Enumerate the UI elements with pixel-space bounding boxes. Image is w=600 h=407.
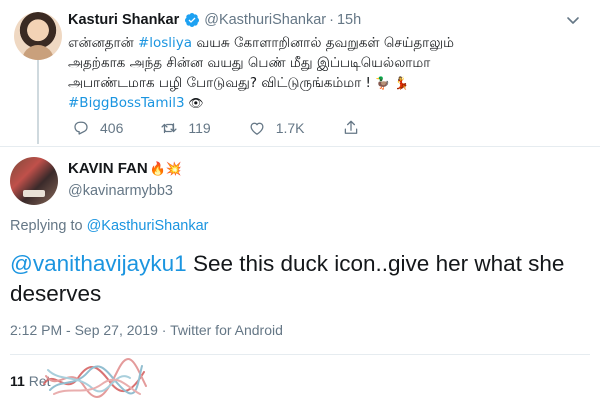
mention-link[interactable]: @vanithavijayku1 <box>10 251 187 276</box>
share-icon <box>344 120 357 134</box>
tweet-time[interactable]: 15h <box>337 12 361 28</box>
emoji: 🔥💥 <box>149 160 183 176</box>
avatar[interactable] <box>10 157 58 205</box>
hashtag-link[interactable]: #BiggBossTamil3 <box>68 95 185 111</box>
tweet-text-line: அபாண்டமாக பழி போடுவது? விட்டுருங்கம்மா !… <box>68 75 409 91</box>
reply-button[interactable]: 406 <box>72 119 123 137</box>
author-name[interactable]: KAVIN FAN 🔥💥 <box>68 160 182 177</box>
like-button[interactable]: 1.7K <box>248 119 305 137</box>
divider <box>0 146 600 147</box>
hashtag-link[interactable]: #losliya <box>138 35 192 51</box>
tweet-text-line: அதற்காக அந்த சின்ன வயது பெண் மீது இப்படி… <box>68 55 431 71</box>
tweet-text-line: #BiggBossTamil3 👁 <box>68 93 588 113</box>
avatar[interactable] <box>14 12 62 60</box>
verified-badge-icon <box>185 13 200 27</box>
author-name[interactable]: Kasturi Shankar <box>68 12 179 28</box>
replying-to: Replying to @KasthuriShankar <box>10 218 209 234</box>
tweet-timestamp[interactable]: 2:12 PM - Sep 27, 2019 · Twitter for And… <box>10 322 283 338</box>
chevron-down-icon[interactable] <box>565 12 581 28</box>
separator-dot: · <box>329 12 334 28</box>
tweet-header: Kasturi Shankar @KasthuriShankar · 15h <box>68 11 361 29</box>
author-handle[interactable]: @KasthuriShankar <box>204 12 326 28</box>
retweet-button[interactable]: 119 <box>160 119 211 137</box>
retweet-count: 119 <box>188 120 211 136</box>
thread-line <box>37 56 39 144</box>
tweet-actions: 406 119 1.7K <box>72 118 407 138</box>
reply-icon <box>74 121 88 135</box>
tweet-text-line: என்னதான் #losliya வயசு கோளாறினால் தவறுகள… <box>68 35 455 51</box>
divider <box>10 354 590 355</box>
replying-to-link[interactable]: @KasthuriShankar <box>87 218 209 234</box>
share-button[interactable] <box>342 119 370 137</box>
tweet-text: @vanithavijayku1 See this duck icon..giv… <box>10 251 565 306</box>
emoji: 🦆 💃 <box>375 76 409 90</box>
like-count: 1.7K <box>275 120 305 136</box>
emoji: 👁 <box>184 96 204 110</box>
like-icon <box>250 122 264 135</box>
retweets-count: 11 <box>10 373 25 389</box>
reply-count: 406 <box>100 120 124 136</box>
retweet-icon <box>161 123 177 134</box>
tweet-text: என்னதான் #losliya வயசு கோளாறினால் தவறுகள… <box>68 33 588 113</box>
author-handle[interactable]: @kavinarmybb3 <box>68 183 173 199</box>
parent-tweet[interactable]: Kasturi Shankar @KasthuriShankar · 15h எ… <box>0 0 600 148</box>
redaction-scribble <box>43 358 147 398</box>
